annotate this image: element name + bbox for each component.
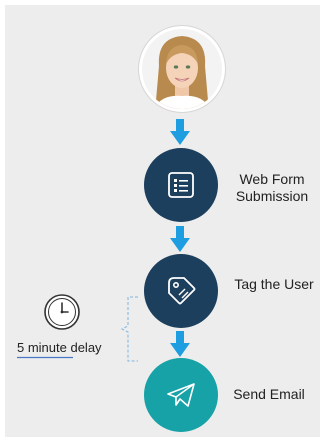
delay-underline — [17, 356, 73, 359]
clock-icon — [44, 294, 80, 330]
step-tag-user-node — [144, 254, 218, 328]
step-label-line: Send Email — [233, 386, 305, 402]
step-send-email-label: Send Email — [228, 386, 310, 403]
delay-label: 5 minute delay — [17, 340, 102, 355]
step-label-line: Submission — [235, 188, 309, 204]
step-label-line: Web Form — [239, 171, 305, 187]
step-web-form-label: Web Form Submission — [228, 171, 316, 205]
arrow-down-icon — [170, 331, 190, 357]
delay-bracket — [120, 296, 138, 362]
arrow-down-icon — [170, 119, 190, 145]
user-avatar — [139, 26, 225, 112]
step-send-email-node — [144, 358, 218, 432]
workflow-diagram: Web Form Submission Tag the User Send Em… — [0, 0, 325, 439]
list-icon — [168, 172, 194, 198]
step-tag-user-label: Tag the User — [226, 276, 322, 293]
paper-plane-icon — [167, 383, 195, 407]
arrow-down-icon — [170, 226, 190, 252]
step-label-line: Tag the User — [234, 276, 314, 292]
tag-icon — [168, 277, 196, 305]
user-photo-icon — [142, 29, 222, 109]
step-web-form-node — [144, 148, 218, 222]
